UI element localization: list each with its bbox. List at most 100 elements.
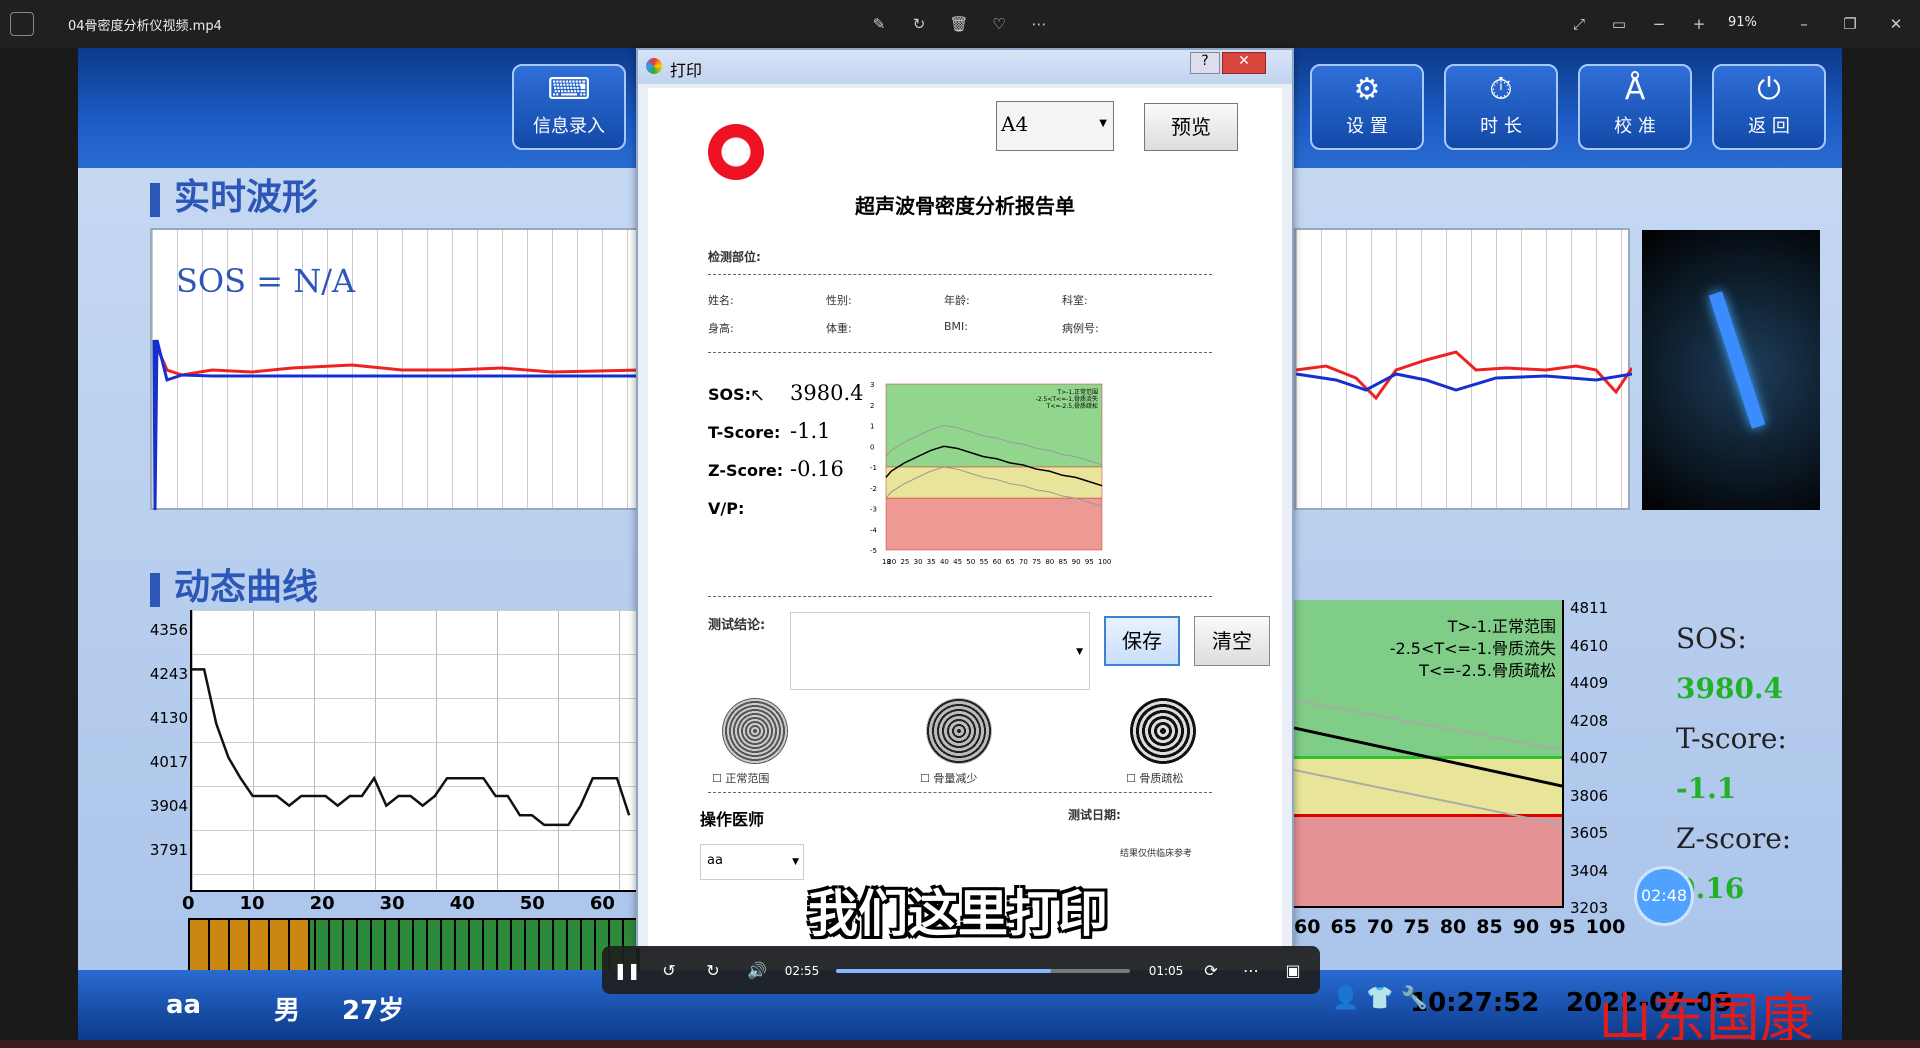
repeat-icon[interactable]: ⟳	[1196, 952, 1226, 990]
gear-icon: ⚙	[1353, 72, 1381, 107]
miniplayer-icon[interactable]: ▣	[1278, 952, 1308, 990]
date-label: 测试日期:	[1068, 808, 1121, 822]
current-time: 02:55	[784, 964, 820, 978]
score-values: 3980.4 -1.1 -0.16	[790, 374, 863, 488]
heart-icon[interactable]: ♡	[987, 12, 1011, 36]
close-icon[interactable]: ✕	[1884, 12, 1908, 36]
video-subtitle: 我们这里打印	[808, 885, 1108, 943]
y-tick-label: 2	[870, 402, 874, 410]
doctor-label: 操作医师	[700, 810, 765, 829]
maximize-icon[interactable]: ❐	[1838, 12, 1862, 36]
settings-button[interactable]: ⚙ 设 置	[1310, 64, 1424, 150]
paper-size-select[interactable]: A4 ▼	[996, 101, 1114, 151]
z-score-label: Z-Score:	[708, 461, 784, 480]
rotate-icon[interactable]: ↻	[907, 12, 931, 36]
chevron-down-icon: ▼	[1099, 118, 1107, 129]
checkbox-label: 正常范围	[725, 772, 770, 785]
field-label: BMI:	[944, 320, 968, 333]
report-paper: A4 ▼ 预览 超声波骨密度分析报告单 检测部位: 姓名: 性别: 年龄: 科室: 身高:…	[648, 88, 1282, 948]
y-tick: 3904	[149, 797, 188, 815]
check-loss[interactable]: ☐ 骨量减少	[920, 770, 977, 786]
field-label: 体重:	[826, 322, 852, 335]
x-tick: 80	[1439, 916, 1467, 938]
back-button[interactable]: ⏻ 返 回	[1712, 64, 1826, 150]
y-tick: 4811	[1570, 599, 1609, 617]
window-title: 04骨密度分析仪视频.mp4	[68, 19, 222, 34]
right-chart-x-axis: 60 65 70 75 80 85 90 95 100	[1294, 916, 1625, 938]
results-panel: SOS: 3980.4 T-score: -1.1 Z-score: 0.16	[1676, 614, 1791, 914]
save-button[interactable]: 保存	[1104, 616, 1180, 666]
app-logo-icon	[646, 58, 662, 74]
skip-forward-icon[interactable]: ↻	[698, 952, 728, 990]
mouse-cursor-icon: ↖	[750, 385, 766, 406]
paper-size-value: A4	[1001, 112, 1029, 136]
title-bar: 04骨密度分析仪视频.mp4 ✎ ↻ 🗑 ♡ ⋯ ⤢ ▭ − + 91% – ❐…	[0, 0, 1920, 48]
forearm-image	[1642, 230, 1820, 510]
print-dialog: 打印 ? ✕ A4 ▼ 预览 超声波骨密度分析报告单 检测部位: 姓名: 性别: 年龄…	[636, 48, 1294, 948]
delete-icon[interactable]: 🗑	[947, 12, 971, 36]
normal-bone-image	[722, 698, 788, 764]
dialog-titlebar: 打印 ? ✕	[638, 50, 1292, 84]
preview-button[interactable]: 预览	[1144, 103, 1238, 151]
z-score-value: -0.16	[790, 457, 844, 481]
checkbox-icon[interactable]: ☐	[920, 772, 930, 785]
patient-sex: 男	[274, 996, 301, 1026]
help-button[interactable]: ?	[1190, 52, 1220, 74]
volume-icon[interactable]: 🔊	[742, 952, 772, 990]
loss-bone-image	[926, 698, 992, 764]
red-cross-logo	[708, 124, 764, 180]
sos-value: 3980.4	[790, 381, 864, 405]
skip-back-icon[interactable]: ↺	[654, 952, 684, 990]
x-tick: 100	[1585, 916, 1626, 938]
check-normal[interactable]: ☐ 正常范围	[712, 770, 769, 786]
doctor-select[interactable]: aa ▼	[700, 844, 804, 880]
zoom-in-icon[interactable]: +	[1687, 12, 1711, 36]
more-options-icon[interactable]: ⋯	[1236, 952, 1266, 990]
info-entry-button[interactable]: ⌨ 信息录入	[512, 64, 626, 150]
score-labels: SOS: T-Score: Z-Score: V/P:	[708, 376, 783, 528]
legend-entry: -2.5<T<=-1,骨质流失	[1036, 395, 1098, 403]
x-tick: 60	[1294, 916, 1321, 938]
right-reference-chart: T>-1.正常范围 -2.5<T<=-1.骨质流失 T<=-2.5.骨质疏松	[1294, 600, 1564, 908]
x-tick: 60	[589, 893, 615, 914]
tool-icons: 👤 👕 🔧	[1332, 986, 1429, 1011]
clear-button[interactable]: 清空	[1194, 616, 1270, 666]
checkbox-icon[interactable]: ☐	[712, 772, 722, 785]
check-osteoporosis[interactable]: ☐ 骨质疏松	[1126, 770, 1183, 786]
y-tick: 4409	[1570, 674, 1609, 692]
band-rect	[885, 497, 1103, 551]
pause-icon[interactable]: ❚❚	[612, 952, 642, 990]
remaining-time: 01:05	[1148, 964, 1184, 978]
field-label: 姓名:	[708, 294, 734, 307]
vp-label: V/P:	[708, 499, 745, 518]
chevron-down-icon: ▼	[792, 857, 799, 867]
x-tick: 50	[519, 893, 545, 914]
dynamic-x-axis: 010203040506070	[182, 893, 685, 914]
more-icon[interactable]: ⋯	[1027, 12, 1051, 36]
duration-button[interactable]: ⏱ 时 长	[1444, 64, 1558, 150]
calibrate-button[interactable]: Å校 准	[1578, 64, 1692, 150]
y-tick-label: -1	[870, 464, 877, 472]
y-tick-label: 0	[870, 443, 874, 451]
dialog-close-button[interactable]: ✕	[1222, 52, 1266, 74]
x-tick: 30	[379, 893, 405, 914]
y-tick: 4610	[1570, 636, 1609, 655]
edit-icon[interactable]: ✎	[867, 12, 891, 36]
y-tick: 4130	[149, 709, 188, 727]
minimize-icon[interactable]: –	[1792, 12, 1816, 36]
fullscreen-icon[interactable]: ⤢	[1567, 12, 1591, 36]
checkbox-icon[interactable]: ☐	[1126, 772, 1136, 785]
y-tick: 3791	[149, 841, 188, 859]
realtime-title: 实时波形	[150, 168, 318, 220]
seek-bar[interactable]	[836, 969, 1130, 973]
checkbox-label: 骨质疏松	[1139, 772, 1184, 785]
field-label: 科室:	[1062, 294, 1088, 307]
power-icon: ⏻	[1757, 72, 1781, 107]
x-tick: 95	[1549, 916, 1576, 938]
zoom-out-icon[interactable]: −	[1647, 12, 1671, 36]
actual-size-icon[interactable]: ▭	[1607, 12, 1631, 36]
x-tick-label: 35	[927, 558, 936, 566]
y-tick: 4007	[1570, 749, 1609, 767]
conclusion-select[interactable]: ▼	[790, 612, 1090, 690]
zoom-level: 91%	[1728, 15, 1757, 30]
